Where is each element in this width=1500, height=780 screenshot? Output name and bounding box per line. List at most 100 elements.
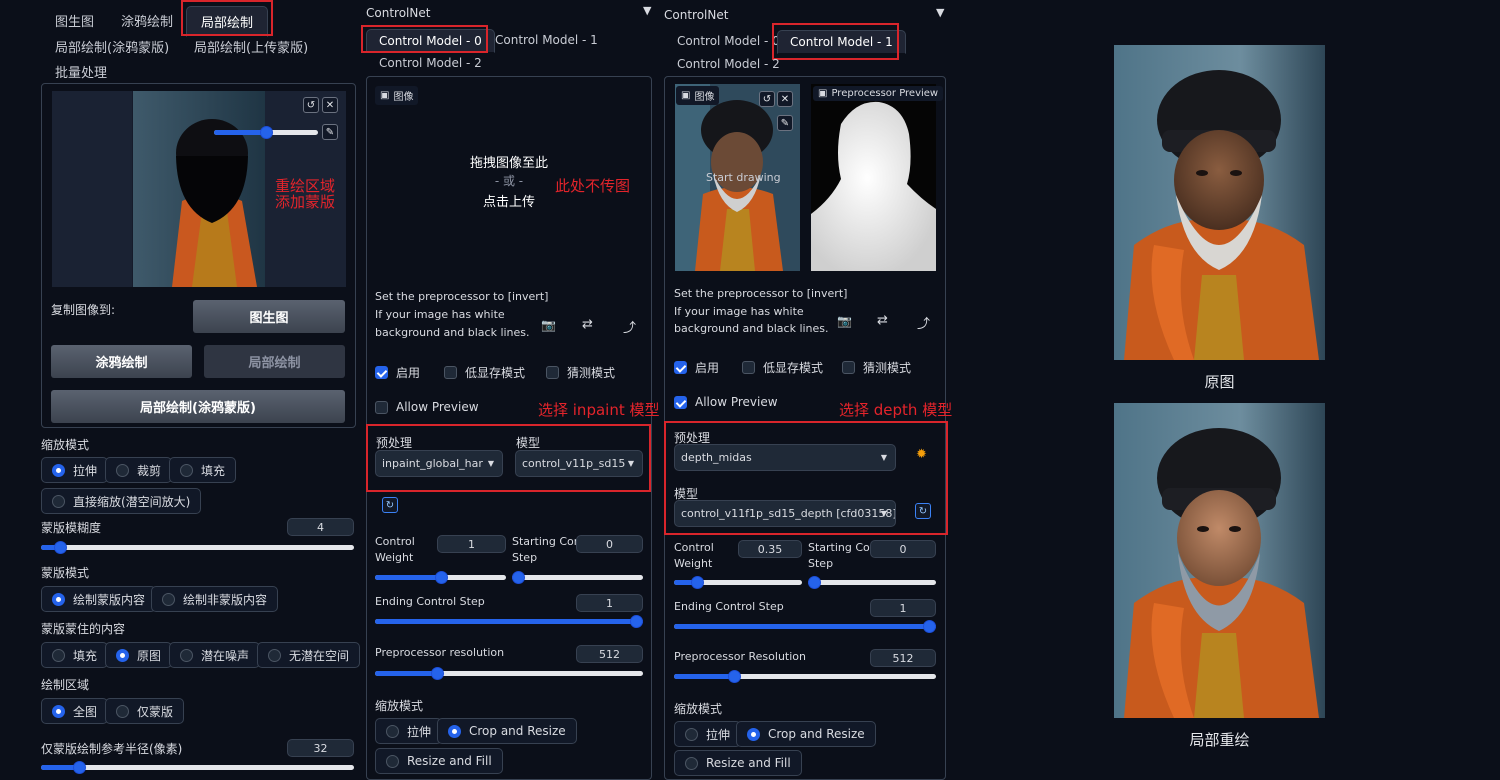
padding-input[interactable]: 32	[287, 739, 354, 757]
cn1-resize-stretch[interactable]: 拉伸	[674, 721, 742, 747]
cn1-camera-icon[interactable]: 📷	[837, 314, 852, 328]
tab-sketch[interactable]: 涂鸦绘制	[121, 11, 173, 30]
cn0-lowvram-checkbox[interactable]: 低显存模式	[444, 364, 525, 381]
masked-content-latent-nothing[interactable]: 无潜在空间	[257, 642, 361, 668]
cn1-weight-input[interactable]: 0.35	[738, 540, 802, 558]
collapse-icon[interactable]: ▼	[643, 4, 651, 17]
mask-mode-inpaint-masked[interactable]: 绘制蒙版内容	[41, 586, 157, 612]
cn0-model-select[interactable]: control_v11p_sd15 ▼	[515, 450, 643, 477]
masked-content-fill[interactable]: 填充	[41, 642, 109, 668]
depth-map-image	[811, 84, 936, 271]
cn1-resize-fill[interactable]: Resize and Fill	[674, 750, 802, 776]
cn0-guess-checkbox[interactable]: 猜测模式	[546, 364, 615, 381]
run-preprocessor-icon[interactable]: ✹	[916, 447, 927, 462]
cn1-close-icon[interactable]: ✕	[777, 91, 793, 107]
cn1-start-input[interactable]: 0	[870, 540, 936, 558]
padding-slider[interactable]	[41, 761, 354, 774]
brush-size-slider[interactable]	[214, 126, 318, 139]
cn1-refresh-icon[interactable]: ↻	[915, 503, 931, 519]
cn0-weight-slider[interactable]	[375, 571, 506, 584]
inpaint-result-image	[1114, 403, 1325, 718]
cn0-hint-1: Set the preprocessor to [invert]	[375, 290, 549, 303]
cn1-tab-model-0[interactable]: Control Model - 0	[677, 34, 780, 48]
cn1-end-slider[interactable]	[674, 620, 936, 633]
cn0-end-label: Ending Control Step	[375, 595, 485, 608]
cn1-start-slider[interactable]	[808, 576, 936, 589]
mask-mode-inpaint-unmasked[interactable]: 绘制非蒙版内容	[151, 586, 279, 612]
mask-blur-input[interactable]: 4	[287, 518, 354, 536]
cn0-resize-crop[interactable]: Crop and Resize	[437, 718, 577, 744]
resize-mode-label: 缩放模式	[41, 438, 90, 452]
cn0-start-input[interactable]: 0	[576, 535, 643, 553]
swap-icon[interactable]: ⇄	[582, 317, 593, 332]
cn0-resize-stretch[interactable]: 拉伸	[375, 718, 443, 744]
cn0-preprocessor-select[interactable]: inpaint_global_har ▼	[375, 450, 503, 477]
mask-blur-slider[interactable]	[41, 541, 354, 554]
camera-icon[interactable]: 📷	[541, 318, 556, 332]
cn0-res-slider[interactable]	[375, 667, 643, 680]
highlight-inpaint-tab	[181, 0, 273, 36]
cn0-resize-fill[interactable]: Resize and Fill	[375, 748, 503, 774]
cn0-weight-input[interactable]: 1	[437, 535, 506, 553]
cn0-start-slider[interactable]	[512, 571, 643, 584]
cn1-hint-3: background and black lines.	[674, 322, 829, 335]
resize-mode-fill[interactable]: 填充	[169, 457, 237, 483]
cn1-undo-icon[interactable]: ↺	[759, 91, 775, 107]
copy-to-sketch-button[interactable]: 涂鸦绘制	[51, 345, 192, 378]
cn1-end-input[interactable]: 1	[870, 599, 936, 617]
subtab-inpaint-upload[interactable]: 局部绘制(上传蒙版)	[194, 37, 308, 56]
cn0-allow-preview-checkbox[interactable]: Allow Preview	[375, 400, 479, 414]
cn1-res-input[interactable]: 512	[870, 649, 936, 667]
brush-icon[interactable]: ✎	[322, 124, 338, 140]
refresh-icon[interactable]: ↻	[382, 497, 398, 513]
cn0-hint-2: If your image has white	[375, 308, 505, 321]
cn1-upload-arrow-icon[interactable]: ⤴	[917, 313, 930, 332]
close-icon[interactable]: ✕	[322, 97, 338, 113]
highlight-cn0-tab	[361, 25, 488, 53]
chevron-down-icon: ▼	[627, 459, 634, 468]
cn1-guess-checkbox[interactable]: 猜测模式	[842, 359, 911, 376]
chevron-down-icon: ▼	[880, 453, 887, 462]
resize-mode-stretch[interactable]: 拉伸	[41, 457, 109, 483]
cn1-preview-canvas	[811, 84, 936, 271]
copy-to-inpaint-sketch-button[interactable]: 局部绘制(涂鸦蒙版)	[51, 390, 345, 423]
cn1-weight-slider[interactable]	[674, 576, 802, 589]
upload-arrow-icon[interactable]: ⤴	[623, 317, 636, 336]
resize-mode-crop[interactable]: 裁剪	[105, 457, 173, 483]
mask-blur-label: 蒙版模糊度	[41, 521, 102, 535]
cn1-model-select[interactable]: control_v11f1p_sd15_depth [cfd03158] ▼	[674, 500, 896, 527]
copy-to-img2img-button[interactable]: 图生图	[193, 300, 345, 333]
inpaint-area-masked[interactable]: 仅蒙版	[105, 698, 185, 724]
cn1-tab-model-2[interactable]: Control Model - 2	[677, 57, 780, 71]
cn0-end-slider[interactable]	[375, 615, 643, 628]
undo-icon[interactable]: ↺	[303, 97, 319, 113]
cn1-resize-crop[interactable]: Crop and Resize	[736, 721, 876, 747]
cn1-allow-preview-checkbox[interactable]: Allow Preview	[674, 395, 778, 409]
cn0-tab-model-2[interactable]: Control Model - 2	[379, 56, 482, 70]
cn1-swap-icon[interactable]: ⇄	[877, 313, 888, 328]
cn1-resize-label: 缩放模式	[674, 702, 723, 716]
subtab-batch[interactable]: 批量处理	[55, 62, 107, 81]
chevron-down-icon: ▼	[487, 459, 494, 468]
cn1-lowvram-checkbox[interactable]: 低显存模式	[742, 359, 823, 376]
copy-to-inpaint-button[interactable]: 局部绘制	[204, 345, 345, 378]
collapse-icon-2[interactable]: ▼	[936, 6, 944, 19]
cn1-preprocessor-select[interactable]: depth_midas ▼	[674, 444, 896, 471]
cn1-hint-2: If your image has white	[674, 305, 804, 318]
masked-content-latent-noise[interactable]: 潜在噪声	[169, 642, 261, 668]
subtab-inpaint-sketch[interactable]: 局部绘制(涂鸦蒙版)	[55, 37, 169, 56]
original-image	[1114, 45, 1325, 360]
cn0-res-input[interactable]: 512	[576, 645, 643, 663]
cn1-brush-icon[interactable]: ✎	[777, 115, 793, 131]
inpaint-area-whole[interactable]: 全图	[41, 698, 109, 724]
cn0-enable-checkbox[interactable]: 启用	[375, 364, 420, 381]
tab-img2img[interactable]: 图生图	[55, 11, 94, 30]
resize-mode-latent[interactable]: 直接缩放(潜空间放大)	[41, 488, 202, 514]
cn1-enable-checkbox[interactable]: 启用	[674, 359, 719, 376]
controlnet-title: ControlNet	[366, 6, 431, 20]
cn0-end-input[interactable]: 1	[576, 594, 643, 612]
cn0-tab-model-1[interactable]: Control Model - 1	[495, 33, 598, 47]
masked-content-original[interactable]: 原图	[105, 642, 173, 668]
chevron-down-icon: ▼	[880, 509, 887, 518]
cn1-res-slider[interactable]	[674, 670, 936, 683]
